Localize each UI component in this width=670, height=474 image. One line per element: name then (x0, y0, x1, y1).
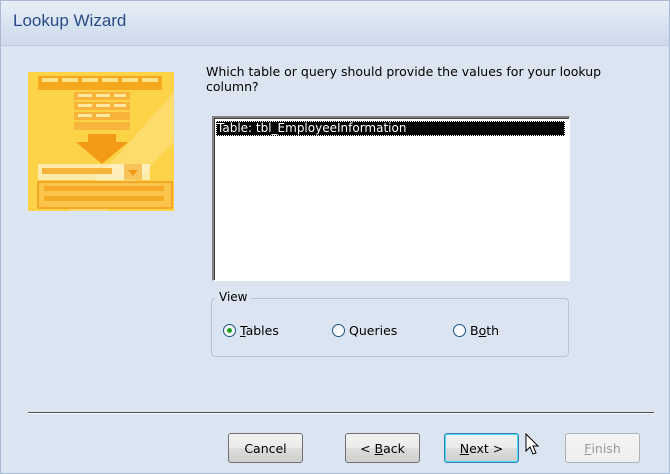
button-separator (28, 412, 654, 414)
radio-selected-dot (227, 328, 232, 333)
radio-queries-label: Queries (349, 323, 398, 338)
back-button[interactable]: < Back (345, 433, 420, 463)
mouse-pointer-icon (525, 433, 540, 455)
radio-queries-button[interactable] (332, 324, 345, 337)
wizard-illustration (28, 72, 174, 211)
radio-tables[interactable]: Tables (223, 323, 279, 338)
title-bar[interactable]: Lookup Wizard (1, 1, 669, 46)
radio-both-label: Both (470, 323, 500, 338)
table-query-listbox[interactable]: Table: tbl_EmployeeInformation (212, 116, 570, 281)
radio-both-button[interactable] (453, 324, 466, 337)
radio-tables-label: Tables (240, 323, 279, 338)
wizard-body: Which table or query should provide the … (1, 46, 669, 473)
next-button[interactable]: Next > (444, 433, 519, 463)
radio-tables-button[interactable] (223, 324, 236, 337)
radio-queries[interactable]: Queries (332, 323, 397, 338)
window-title: Lookup Wizard (13, 11, 127, 30)
radio-both[interactable]: Both (453, 323, 499, 338)
cancel-button[interactable]: Cancel (228, 433, 303, 463)
wizard-prompt: Which table or query should provide the … (206, 64, 602, 94)
lookup-wizard-window: Lookup Wizard Which table or query shoul… (0, 0, 670, 474)
finish-button[interactable]: Finish (565, 433, 640, 463)
list-item[interactable]: Table: tbl_EmployeeInformation (216, 121, 565, 136)
view-group-label: View (215, 290, 252, 304)
